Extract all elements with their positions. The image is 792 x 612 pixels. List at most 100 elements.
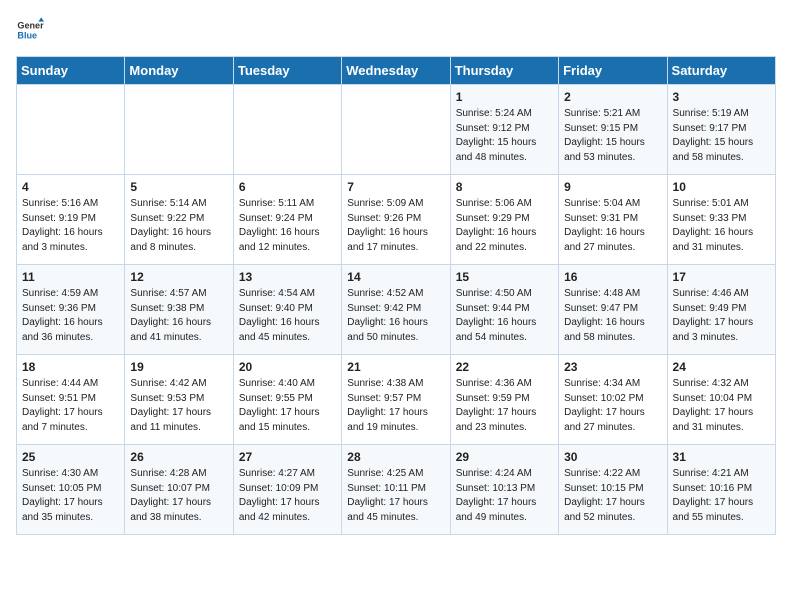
day-info: Sunrise: 4:27 AM Sunset: 10:09 PM Daylig…: [239, 467, 336, 525]
day-number: 20: [239, 360, 336, 374]
day-cell: 29Sunrise: 4:24 AM Sunset: 10:13 PM Dayl…: [450, 445, 558, 535]
day-info: Sunrise: 5:09 AM Sunset: 9:26 PM Dayligh…: [347, 197, 444, 255]
day-cell: 25 Sunrise: 4:30 AM Sunset: 10:05 PM Dayl…: [17, 445, 125, 535]
day-cell: 18Sunrise: 4:44 AM Sunset: 9:51 PM Dayli…: [17, 355, 125, 445]
svg-text:Blue: Blue: [17, 30, 37, 40]
day-cell: 4 Sunrise: 5:16 AM Sunset: 9:19 PM Daylig…: [17, 175, 125, 265]
day-of-week-thursday: Thursday: [450, 57, 558, 85]
day-cell: 9 Sunrise: 5:04 AM Sunset: 9:31 PM Daylig…: [559, 175, 667, 265]
day-cell: 3 Sunrise: 5:19 AM Sunset: 9:17 PM Daylig…: [667, 85, 775, 175]
logo: General Blue: [16, 16, 48, 44]
day-number: 12: [130, 270, 227, 284]
day-cell: 1 Sunrise: 5:24 AM Sunset: 9:12 PM Daylig…: [450, 85, 558, 175]
day-number: 7: [347, 180, 444, 194]
day-cell: 6Sunrise: 5:11 AM Sunset: 9:24 PM Daylig…: [233, 175, 341, 265]
day-cell: 8 Sunrise: 5:06 AM Sunset: 9:29 PM Daylig…: [450, 175, 558, 265]
day-cell: [233, 85, 341, 175]
day-number: 4: [22, 180, 119, 194]
day-number: 17: [673, 270, 770, 284]
day-number: 11: [22, 270, 119, 284]
day-info: Sunrise: 5:01 AM Sunset: 9:33 PM Dayligh…: [673, 197, 770, 255]
day-number: 14: [347, 270, 444, 284]
day-info: Sunrise: 5:21 AM Sunset: 9:15 PM Dayligh…: [564, 107, 661, 165]
day-cell: 11 Sunrise: 4:59 AM Sunset: 9:36 PM Dayli…: [17, 265, 125, 355]
day-number: 8: [456, 180, 553, 194]
day-cell: 13 Sunrise: 4:54 AM Sunset: 9:40 PM Dayli…: [233, 265, 341, 355]
day-cell: [342, 85, 450, 175]
day-cell: 19 Sunrise: 4:42 AM Sunset: 9:53 PM Dayli…: [125, 355, 233, 445]
week-row-4: 18Sunrise: 4:44 AM Sunset: 9:51 PM Dayli…: [17, 355, 776, 445]
day-info: Sunrise: 4:38 AM Sunset: 9:57 PM Dayligh…: [347, 377, 444, 435]
day-number: 2: [564, 90, 661, 104]
day-info: Sunrise: 4:46 AM Sunset: 9:49 PM Dayligh…: [673, 287, 770, 345]
day-number: 26: [130, 450, 227, 464]
day-number: 23: [564, 360, 661, 374]
day-info: Sunrise: 4:21 AM Sunset: 10:16 PM Daylig…: [673, 467, 770, 525]
day-number: 30: [564, 450, 661, 464]
day-cell: 15Sunrise: 4:50 AM Sunset: 9:44 PM Dayli…: [450, 265, 558, 355]
day-info: Sunrise: 5:06 AM Sunset: 9:29 PM Dayligh…: [456, 197, 553, 255]
day-info: Sunrise: 4:42 AM Sunset: 9:53 PM Dayligh…: [130, 377, 227, 435]
day-cell: 7 Sunrise: 5:09 AM Sunset: 9:26 PM Daylig…: [342, 175, 450, 265]
day-info: Sunrise: 5:04 AM Sunset: 9:31 PM Dayligh…: [564, 197, 661, 255]
day-info: Sunrise: 5:11 AM Sunset: 9:24 PM Dayligh…: [239, 197, 336, 255]
day-info: Sunrise: 4:54 AM Sunset: 9:40 PM Dayligh…: [239, 287, 336, 345]
day-info: Sunrise: 4:40 AM Sunset: 9:55 PM Dayligh…: [239, 377, 336, 435]
day-info: Sunrise: 5:16 AM Sunset: 9:19 PM Dayligh…: [22, 197, 119, 255]
week-row-5: 25 Sunrise: 4:30 AM Sunset: 10:05 PM Dayl…: [17, 445, 776, 535]
day-number: 22: [456, 360, 553, 374]
day-cell: 31 Sunrise: 4:21 AM Sunset: 10:16 PM Dayl…: [667, 445, 775, 535]
day-number: 10: [673, 180, 770, 194]
day-info: Sunrise: 4:22 AM Sunset: 10:15 PM Daylig…: [564, 467, 661, 525]
day-info: Sunrise: 4:34 AM Sunset: 10:02 PM Daylig…: [564, 377, 661, 435]
day-cell: 10 Sunrise: 5:01 AM Sunset: 9:33 PM Dayli…: [667, 175, 775, 265]
day-cell: 21 Sunrise: 4:38 AM Sunset: 9:57 PM Dayli…: [342, 355, 450, 445]
day-cell: 30 Sunrise: 4:22 AM Sunset: 10:15 PM Dayl…: [559, 445, 667, 535]
day-info: Sunrise: 4:57 AM Sunset: 9:38 PM Dayligh…: [130, 287, 227, 345]
day-number: 5: [130, 180, 227, 194]
day-cell: 28 Sunrise: 4:25 AM Sunset: 10:11 PM Dayl…: [342, 445, 450, 535]
logo-icon: General Blue: [16, 16, 44, 44]
week-row-1: 1 Sunrise: 5:24 AM Sunset: 9:12 PM Daylig…: [17, 85, 776, 175]
calendar-header-row: SundayMondayTuesdayWednesdayThursdayFrid…: [17, 57, 776, 85]
page-header: General Blue: [16, 16, 776, 44]
day-number: 3: [673, 90, 770, 104]
day-number: 19: [130, 360, 227, 374]
day-number: 25: [22, 450, 119, 464]
day-info: Sunrise: 5:24 AM Sunset: 9:12 PM Dayligh…: [456, 107, 553, 165]
day-info: Sunrise: 4:59 AM Sunset: 9:36 PM Dayligh…: [22, 287, 119, 345]
day-info: Sunrise: 4:28 AM Sunset: 10:07 PM Daylig…: [130, 467, 227, 525]
day-number: 13: [239, 270, 336, 284]
day-cell: 22Sunrise: 4:36 AM Sunset: 9:59 PM Dayli…: [450, 355, 558, 445]
day-cell: 2 Sunrise: 5:21 AM Sunset: 9:15 PM Daylig…: [559, 85, 667, 175]
day-cell: 24Sunrise: 4:32 AM Sunset: 10:04 PM Dayl…: [667, 355, 775, 445]
day-info: Sunrise: 4:30 AM Sunset: 10:05 PM Daylig…: [22, 467, 119, 525]
day-number: 29: [456, 450, 553, 464]
svg-text:General: General: [17, 21, 44, 31]
day-cell: 23 Sunrise: 4:34 AM Sunset: 10:02 PM Dayl…: [559, 355, 667, 445]
day-number: 28: [347, 450, 444, 464]
day-number: 18: [22, 360, 119, 374]
day-cell: 14 Sunrise: 4:52 AM Sunset: 9:42 PM Dayli…: [342, 265, 450, 355]
day-number: 24: [673, 360, 770, 374]
day-of-week-friday: Friday: [559, 57, 667, 85]
day-number: 1: [456, 90, 553, 104]
day-info: Sunrise: 5:14 AM Sunset: 9:22 PM Dayligh…: [130, 197, 227, 255]
day-info: Sunrise: 4:48 AM Sunset: 9:47 PM Dayligh…: [564, 287, 661, 345]
day-of-week-monday: Monday: [125, 57, 233, 85]
day-number: 16: [564, 270, 661, 284]
day-number: 31: [673, 450, 770, 464]
day-number: 21: [347, 360, 444, 374]
day-number: 15: [456, 270, 553, 284]
day-info: Sunrise: 5:19 AM Sunset: 9:17 PM Dayligh…: [673, 107, 770, 165]
calendar-table: SundayMondayTuesdayWednesdayThursdayFrid…: [16, 56, 776, 535]
day-info: Sunrise: 4:52 AM Sunset: 9:42 PM Dayligh…: [347, 287, 444, 345]
day-of-week-wednesday: Wednesday: [342, 57, 450, 85]
day-cell: 20 Sunrise: 4:40 AM Sunset: 9:55 PM Dayli…: [233, 355, 341, 445]
day-of-week-tuesday: Tuesday: [233, 57, 341, 85]
day-cell: 16 Sunrise: 4:48 AM Sunset: 9:47 PM Dayli…: [559, 265, 667, 355]
day-info: Sunrise: 4:25 AM Sunset: 10:11 PM Daylig…: [347, 467, 444, 525]
day-cell: 12 Sunrise: 4:57 AM Sunset: 9:38 PM Dayli…: [125, 265, 233, 355]
day-of-week-sunday: Sunday: [17, 57, 125, 85]
day-number: 9: [564, 180, 661, 194]
